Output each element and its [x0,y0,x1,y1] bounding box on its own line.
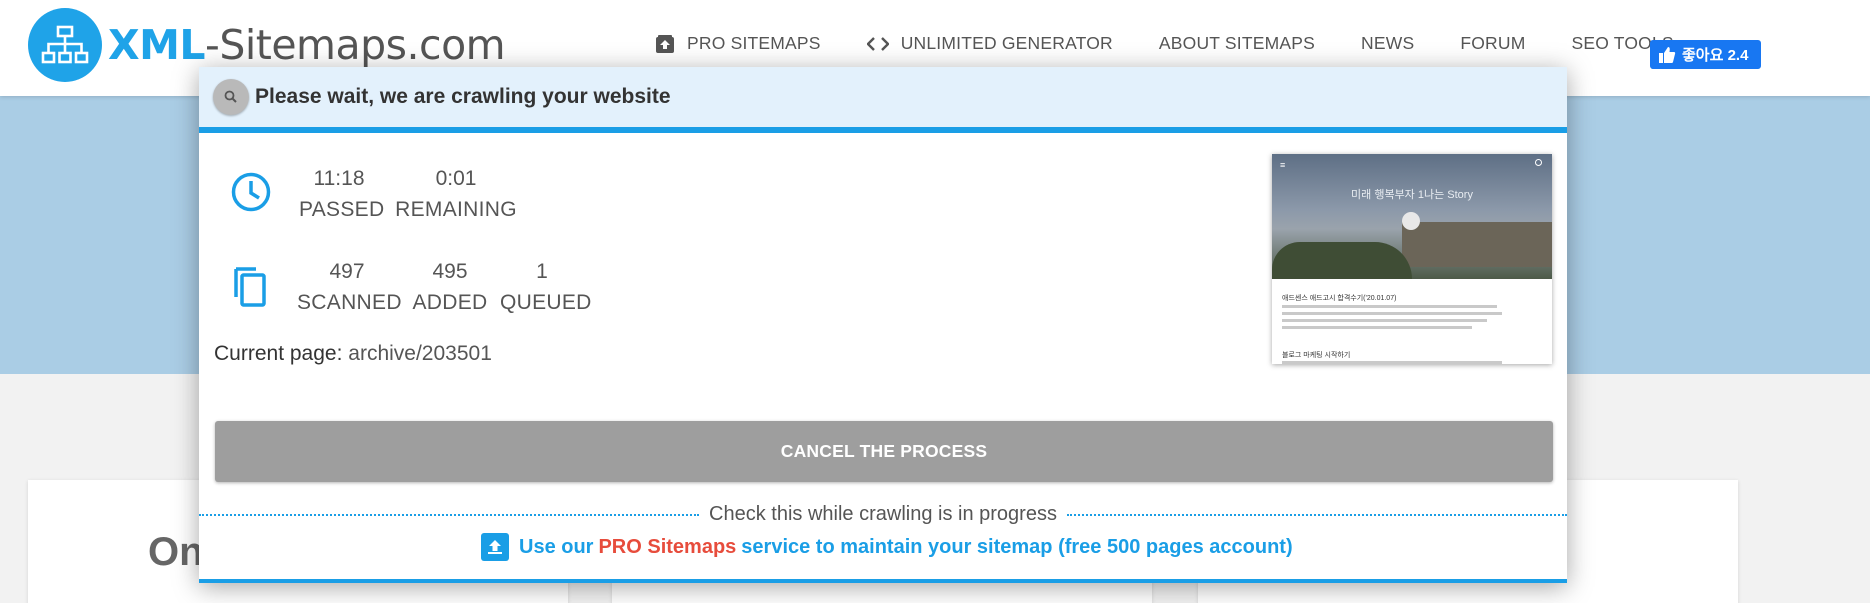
promo-pro-sitemaps: PRO Sitemaps [598,535,737,558]
pages-added-value: 495 [432,260,468,283]
thumbnail-avatar [1402,212,1420,230]
nav-label: ABOUT SITEMAPS [1158,33,1316,53]
facebook-like-label: 좋아요 2.4 [1682,47,1749,64]
nav-unlimited-generator[interactable]: UNLIMITED GENERATOR [866,33,1113,54]
thumbnail-building [1402,222,1552,267]
thumbnail-text-line [1282,305,1497,308]
pages-queued-value: 1 [536,260,548,283]
thumbnail-search-icon [1535,159,1542,166]
nav-label: UNLIMITED GENERATOR [900,33,1113,53]
facebook-like-button[interactable]: 좋아요 2.4 [1650,40,1761,69]
nav-label: FORUM [1460,33,1526,53]
current-page-label: Current page: [214,342,343,365]
logo-xml: XML [108,21,206,69]
dotted-divider [199,513,700,516]
pages-scanned: 497 SCANNED [297,260,402,315]
thumbnail-text-line [1282,326,1472,329]
pages-scanned-value: 497 [329,260,365,283]
pages-added-label: ADDED [412,291,488,314]
modal-bottom-border [199,579,1567,583]
cancel-process-button[interactable]: CANCEL THE PROCESS [215,421,1553,482]
search-icon [213,79,249,115]
nav-pro-sitemaps[interactable]: PRO SITEMAPS [655,33,821,54]
main-nav: PRO SITEMAPS UNLIMITED GENERATOR ABOUT S… [655,33,1720,54]
time-remaining-label: REMAINING [395,198,517,221]
pages-queued-label: QUEUED [500,291,592,314]
time-passed: 11:18 PASSED [299,167,385,222]
pages-added: 495 ADDED [411,260,489,315]
card-title: On [148,530,204,574]
thumbnail-menu-icon: ≡ [1280,160,1286,170]
modal-header: Please wait, we are crawling your websit… [199,67,1567,133]
nav-about-sitemaps[interactable]: ABOUT SITEMAPS [1159,33,1315,54]
logo-domain: -Sitemaps.com [205,21,506,69]
thumbnail-trees [1272,242,1412,279]
logo-text: XML-Sitemaps.com [108,21,506,69]
pro-sitemaps-promo-link[interactable]: Use our PRO Sitemaps service to maintain… [481,533,1293,561]
code-icon [866,36,889,51]
nav-label: PRO SITEMAPS [687,33,821,53]
upload-box-icon [481,533,509,561]
pages-scanned-label: SCANNED [297,291,402,314]
crawl-progress-modal: Please wait, we are crawling your websit… [199,67,1568,583]
thumbs-up-icon [1659,46,1676,63]
modal-title: Please wait, we are crawling your websit… [255,85,671,108]
clock-icon [230,171,272,218]
sitemap-tree-icon [28,8,102,82]
nav-forum[interactable]: FORUM [1460,33,1525,54]
promo-prefix: Use our [519,535,594,558]
pro-sitemaps-icon [656,34,674,53]
thumbnail-text-line [1282,312,1502,315]
thumbnail-text-line [1282,361,1502,364]
pages-queued: 1 QUEUED [500,260,592,315]
pages-copy-icon [230,263,272,314]
time-passed-value: 11:18 [313,167,365,190]
thumbnail-post-title: 애드센스 애드고시 합격수기('20.01.07) [1282,295,1397,302]
thumbnail-text-line [1282,319,1487,322]
website-preview-thumbnail: ≡ 미래 행복부자 1나는 Story 애드센스 애드고시 합격수기('20.0… [1272,154,1552,364]
thumbnail-site-title: 미래 행복부자 1나는 Story [1351,189,1473,201]
promo-suffix: service to maintain your sitemap (free 5… [741,535,1293,558]
current-page: Current page: archive/203501 [214,342,492,366]
nav-news[interactable]: NEWS [1361,33,1414,54]
current-page-value: archive/203501 [348,342,492,365]
time-passed-label: PASSED [299,198,385,221]
time-remaining-value: 0:01 [435,167,477,190]
check-text: Check this while crawling is in progress [709,503,1057,525]
nav-label: NEWS [1361,33,1415,53]
dotted-divider [1066,513,1568,516]
thumbnail-post-title: 블로그 마케팅 시작하기 [1282,352,1351,359]
check-divider: Check this while crawling is in progress [199,503,1568,526]
time-remaining: 0:01 REMAINING [395,167,517,222]
